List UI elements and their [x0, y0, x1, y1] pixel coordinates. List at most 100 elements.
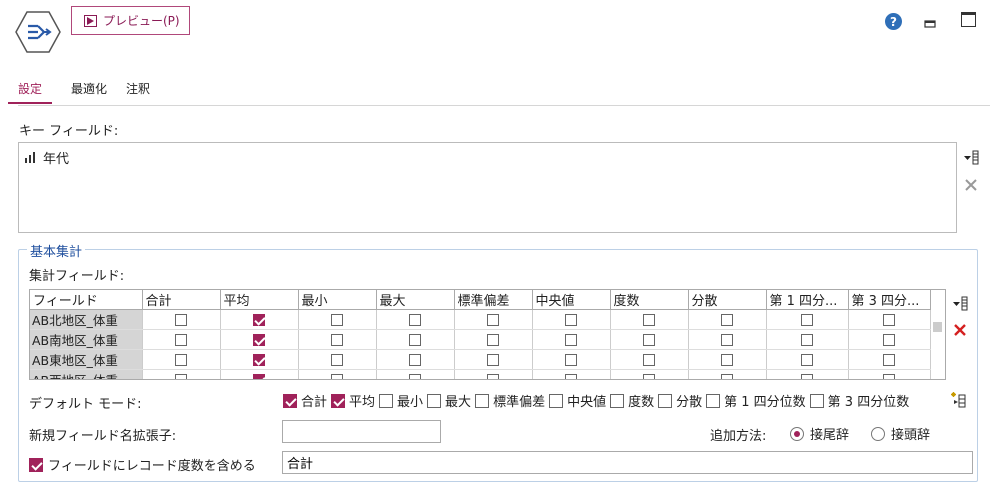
agg-checkbox[interactable]: [409, 373, 421, 379]
agg-checkbox[interactable]: [175, 373, 187, 379]
agg-checkbox[interactable]: [253, 353, 265, 366]
default-mode-label-item: 平均: [349, 395, 376, 410]
add-field-icon[interactable]: [952, 296, 968, 312]
agg-checkbox[interactable]: [253, 313, 265, 326]
agg-cell: [688, 329, 767, 350]
default-mode-option[interactable]: 第 3 四分位数: [809, 391, 910, 410]
help-icon[interactable]: ?: [885, 13, 902, 30]
delete-row-icon[interactable]: [952, 322, 968, 338]
agg-checkbox[interactable]: [253, 333, 265, 346]
default-mode-option[interactable]: 平均: [331, 391, 375, 410]
table-row[interactable]: AB西地区_体重: [30, 369, 931, 379]
default-mode-checkbox[interactable]: [549, 393, 564, 408]
default-mode-checkbox[interactable]: [427, 393, 442, 408]
default-mode-checkbox[interactable]: [809, 393, 824, 408]
default-mode-checkbox[interactable]: [610, 393, 625, 408]
field-name-cell: AB東地区_体重: [30, 349, 143, 370]
agg-checkbox[interactable]: [565, 313, 577, 326]
tab-optimize[interactable]: 最適化: [71, 80, 107, 104]
agg-cell: [298, 369, 377, 379]
agg-checkbox[interactable]: [487, 333, 499, 346]
agg-checkbox[interactable]: [801, 373, 813, 379]
agg-checkbox[interactable]: [883, 333, 895, 346]
default-mode-option[interactable]: 最大: [427, 391, 471, 410]
agg-checkbox[interactable]: [721, 353, 733, 366]
default-mode-option[interactable]: 合計: [283, 391, 327, 410]
list-item[interactable]: 年代: [25, 148, 69, 167]
agg-checkbox[interactable]: [253, 373, 265, 379]
field-picker-icon[interactable]: [963, 150, 979, 166]
agg-checkbox[interactable]: [175, 333, 187, 346]
agg-checkbox[interactable]: [801, 333, 813, 346]
default-mode-checkbox[interactable]: [475, 393, 490, 408]
default-mode-checkbox[interactable]: [706, 393, 721, 408]
default-mode-option[interactable]: 分散: [658, 391, 702, 410]
suffix-radio[interactable]: [790, 426, 804, 441]
default-mode-checkbox[interactable]: [658, 393, 673, 408]
agg-checkbox[interactable]: [409, 333, 421, 346]
agg-cell: [688, 349, 767, 370]
default-mode-option[interactable]: 標準偏差: [475, 391, 545, 410]
default-mode-checkbox[interactable]: [283, 393, 297, 408]
agg-checkbox[interactable]: [175, 313, 187, 326]
agg-checkbox[interactable]: [331, 373, 343, 379]
agg-checkbox[interactable]: [565, 333, 577, 346]
scrollbar-thumb[interactable]: [933, 322, 942, 332]
default-mode-option[interactable]: 中央値: [549, 391, 606, 410]
default-mode-label-item: 第 3 四分位数: [827, 395, 910, 410]
preview-button-label: プレビュー(P): [103, 14, 180, 28]
agg-checkbox[interactable]: [331, 353, 343, 366]
agg-cell: [848, 349, 931, 370]
agg-checkbox[interactable]: [409, 313, 421, 326]
tab-annotation[interactable]: 注釈: [126, 80, 150, 104]
agg-fields-table[interactable]: フィールド 合計 平均 最小 最大 標準偏差 中央値 度数 分散第 1 四分... 第 3 四分.…: [29, 289, 946, 380]
agg-checkbox[interactable]: [721, 373, 733, 379]
maximize-icon[interactable]: [961, 12, 976, 27]
agg-checkbox[interactable]: [175, 353, 187, 366]
agg-checkbox[interactable]: [883, 313, 895, 326]
remove-key-icon[interactable]: [963, 177, 979, 193]
agg-checkbox[interactable]: [721, 313, 733, 326]
new-field-ext-input[interactable]: [282, 420, 441, 443]
table-row[interactable]: AB北地区_体重: [30, 309, 931, 330]
agg-checkbox[interactable]: [331, 313, 343, 326]
agg-checkbox[interactable]: [643, 353, 655, 366]
table-row[interactable]: AB南地区_体重: [30, 329, 931, 350]
default-mode-checkbox[interactable]: [331, 393, 346, 408]
default-mode-option[interactable]: 第 1 四分位数: [706, 391, 806, 410]
column-header: 第 1 四分...: [766, 290, 849, 310]
agg-checkbox[interactable]: [801, 353, 813, 366]
minimize-icon[interactable]: [924, 16, 936, 28]
agg-cell: [298, 349, 377, 370]
agg-checkbox[interactable]: [721, 333, 733, 346]
agg-checkbox[interactable]: [331, 333, 343, 346]
tab-settings[interactable]: 設定: [8, 80, 53, 104]
agg-checkbox[interactable]: [565, 353, 577, 366]
include-count-checkbox[interactable]: [29, 457, 43, 472]
agg-checkbox[interactable]: [801, 313, 813, 326]
agg-checkbox[interactable]: [565, 373, 577, 379]
default-mode-checkbox[interactable]: [379, 393, 394, 408]
agg-checkbox[interactable]: [883, 353, 895, 366]
agg-checkbox[interactable]: [487, 373, 499, 379]
preview-button[interactable]: プレビュー(P): [71, 6, 190, 35]
agg-checkbox[interactable]: [487, 313, 499, 326]
suffix-radio-option[interactable]: 接尾辞: [790, 424, 849, 443]
agg-checkbox[interactable]: [883, 373, 895, 379]
include-count-option[interactable]: フィールドにレコード度数を含める: [29, 455, 256, 474]
table-row[interactable]: AB東地区_体重: [30, 349, 931, 370]
agg-checkbox[interactable]: [643, 333, 655, 346]
agg-cell: [688, 309, 767, 330]
column-header: 最小: [298, 290, 377, 310]
agg-checkbox[interactable]: [643, 373, 655, 379]
agg-checkbox[interactable]: [409, 353, 421, 366]
prefix-radio[interactable]: [871, 426, 885, 441]
default-mode-option[interactable]: 度数: [610, 391, 654, 410]
agg-checkbox[interactable]: [643, 313, 655, 326]
default-mode-option[interactable]: 最小: [379, 391, 423, 410]
count-field-name-input[interactable]: [282, 451, 973, 474]
agg-checkbox[interactable]: [487, 353, 499, 366]
prefix-radio-option[interactable]: 接頭辞: [871, 424, 930, 443]
apply-mode-icon[interactable]: [950, 392, 966, 408]
key-fields-list[interactable]: 年代: [18, 142, 957, 233]
